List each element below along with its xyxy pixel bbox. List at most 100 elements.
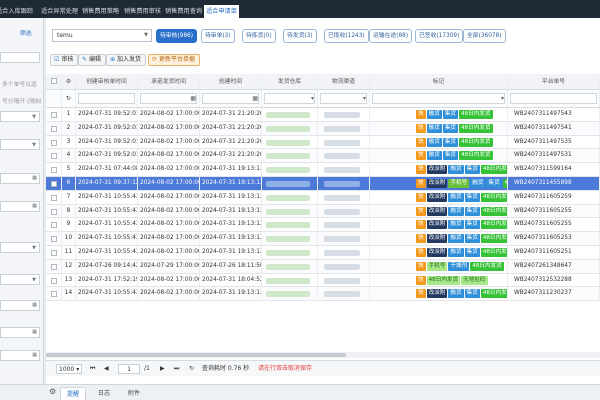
tab-inbound-tracking[interactable]: 适合入库跟踪 xyxy=(0,5,35,18)
row-checkbox[interactable] xyxy=(51,194,57,201)
header-settings-col[interactable]: ⚙ xyxy=(62,74,76,89)
store-select[interactable]: temu ▼ xyxy=(52,29,152,42)
calendar-icon[interactable]: ▦ xyxy=(190,90,196,107)
page-number-input[interactable]: 1 xyxy=(118,364,140,374)
row-checkbox[interactable] xyxy=(51,181,57,187)
filter-tab-collected[interactable]: 已揽收(1243) xyxy=(324,29,369,43)
date-field-3[interactable]: ▦ xyxy=(0,300,40,311)
refresh-icon[interactable]: ↻ xyxy=(64,96,71,102)
audit-button[interactable]: ☑ 审核 xyxy=(50,54,79,66)
table-row[interactable]: 10 2024-07-31 10:55:43 2024-08-02 17:00:00… xyxy=(46,232,600,246)
page-size-select[interactable]: 1000 ▾ xyxy=(56,364,83,374)
filter-tab-pending-ship[interactable]: 待发货(3) xyxy=(283,29,317,43)
cell-warehouse xyxy=(262,121,318,135)
dropdown-2[interactable]: ▼ xyxy=(0,139,40,150)
cell-marks: 快改派附手机号融货集货48日内发货 xyxy=(370,177,508,190)
header-promise-ship[interactable]: 承诺发货时间 xyxy=(138,74,200,89)
tab-sales-fee-strategy[interactable]: 销售费用策略 xyxy=(80,5,121,18)
cell-checkbox xyxy=(46,246,62,259)
row-checkbox[interactable] xyxy=(51,291,57,298)
table-row[interactable]: 8 2024-07-31 10:55:43 2024-08-02 17:00:00 2… xyxy=(46,204,600,219)
filter-link[interactable]: 筛选 xyxy=(20,28,32,37)
edit-button[interactable]: ✎ 编辑 xyxy=(78,54,107,66)
gear-icon[interactable]: ⚙ xyxy=(66,79,71,85)
tab-sales-fee-review[interactable]: 销售费用审核 xyxy=(122,5,163,18)
filter-input[interactable] xyxy=(78,93,135,104)
tab-exception-handling[interactable]: 适合异常处理 xyxy=(39,5,80,18)
filter-input[interactable] xyxy=(510,93,597,104)
row-checkbox[interactable] xyxy=(51,222,57,229)
refresh-button[interactable]: ↻ xyxy=(189,364,194,374)
table-row[interactable]: 3 2024-07-31 09:52:01 2024-08-02 17:00:00 2… xyxy=(46,135,600,150)
header-logistics[interactable]: 物流渠道 xyxy=(318,74,370,89)
cell-platform-no: WB2407311497535 xyxy=(508,135,600,149)
filter-input[interactable] xyxy=(320,93,367,104)
select-all-checkbox[interactable] xyxy=(51,78,57,84)
chevron-down-icon[interactable]: ▾ xyxy=(501,90,504,107)
scrollbar-thumb[interactable] xyxy=(46,353,346,357)
table-row[interactable]: 2 2024-07-31 09:52:01 2024-08-02 17:00:00 2… xyxy=(46,121,600,136)
table-row[interactable]: 14 2024-07-31 10:55:43 2024-08-02 17:00:00… xyxy=(46,287,600,302)
date-field-2[interactable]: ▦ xyxy=(0,201,40,212)
header-warehouse[interactable]: 发货仓库 xyxy=(262,74,318,89)
row-checkbox[interactable] xyxy=(51,250,57,256)
dropdown-1[interactable]: ▼ xyxy=(0,111,40,122)
horizontal-scrollbar[interactable] xyxy=(46,352,600,358)
row-checkbox[interactable] xyxy=(51,263,57,270)
date-field-5[interactable]: ▦ xyxy=(0,350,40,361)
add-to-shipping-button[interactable]: ⊕ 加入发货 xyxy=(106,54,147,66)
cell-row-no: 6 xyxy=(62,177,76,190)
filter-input[interactable] xyxy=(264,93,315,104)
filter-input[interactable] xyxy=(202,93,259,104)
date-field-1[interactable]: ▦ xyxy=(0,173,40,184)
date-field-4[interactable]: ▦ xyxy=(0,327,40,338)
table-row[interactable]: 11 2024-07-31 10:55:43 2024-08-02 17:00:00… xyxy=(46,246,600,260)
order-no-input[interactable] xyxy=(0,52,40,63)
update-platform-button[interactable]: ⟳ 更新平台单据 xyxy=(148,54,201,66)
header-created-review[interactable]: 创建审核单时间 xyxy=(76,74,138,89)
table-row[interactable]: 4 2024-07-31 09:52:01 2024-08-02 17:00:00 2… xyxy=(46,149,600,164)
row-checkbox[interactable] xyxy=(51,112,57,118)
filter-tab-pending-pick[interactable]: 待拣货(0) xyxy=(242,29,276,43)
calendar-icon[interactable]: ▦ xyxy=(252,90,258,107)
tab-attachment[interactable]: 附件 xyxy=(122,387,146,400)
filter-tab-all[interactable]: 全部(36078) xyxy=(463,29,506,43)
filter-tab-signed[interactable]: 已签收(17309) xyxy=(415,29,464,43)
chevron-down-icon[interactable]: ▾ xyxy=(363,90,366,107)
table-row[interactable]: 7 2024-07-31 10:55:43 2024-08-02 17:00:00 2… xyxy=(46,190,600,205)
row-checkbox[interactable] xyxy=(51,167,57,174)
table-row[interactable]: 5 2024-07-31 07:44:08 2024-08-02 17:00:00 2… xyxy=(46,163,600,177)
dropdown-3[interactable]: ▼ xyxy=(0,242,40,253)
next-page-button[interactable]: ▶ xyxy=(160,364,165,374)
filter-input[interactable] xyxy=(372,93,505,104)
tab-application-form[interactable]: 适合申请单 xyxy=(204,5,239,18)
tab-reminder[interactable]: 提醒 xyxy=(60,387,87,400)
header-platform-no[interactable]: 平台单号 xyxy=(508,74,600,89)
filter-tab-in-transit[interactable]: 运输在途(88) xyxy=(369,29,413,43)
row-checkbox[interactable] xyxy=(51,208,57,215)
row-checkbox[interactable] xyxy=(51,277,57,284)
cell-row-no: 10 xyxy=(62,232,76,245)
header-created[interactable]: 创建时间 xyxy=(200,74,262,89)
table-row[interactable]: 1 2024-07-31 09:52:01 2024-08-02 17:00:00 2… xyxy=(46,108,600,122)
tab-log[interactable]: 日志 xyxy=(92,387,116,400)
row-checkbox[interactable] xyxy=(51,125,57,132)
tab-sales-fee-query[interactable]: 销售费用查询 xyxy=(163,5,204,18)
row-checkbox[interactable] xyxy=(51,153,57,160)
last-page-button[interactable]: ⏭ xyxy=(174,364,179,374)
table-row[interactable]: 6 2024-07-31 09:37:12 2024-08-02 17:00:00 2… xyxy=(46,177,600,191)
gear-icon[interactable]: ⚙ xyxy=(49,387,56,396)
row-checkbox[interactable] xyxy=(51,236,57,243)
table-row[interactable]: 13 2024-07-31 17:52:19 2024-08-02 17:00:00… xyxy=(46,273,600,288)
header-marks[interactable]: 标记 xyxy=(370,74,508,89)
first-page-button[interactable]: ⏮ xyxy=(90,364,95,374)
table-row[interactable]: 9 2024-07-31 10:55:43 2024-08-02 17:00:00 2… xyxy=(46,218,600,233)
filter-tab-pending-approval[interactable]: 待审单(3) xyxy=(201,29,235,43)
filter-input[interactable] xyxy=(140,93,197,104)
prev-page-button[interactable]: ◀ xyxy=(104,364,109,374)
table-row[interactable]: 12 2024-07-26 09:14:42 2024-07-29 17:00:00… xyxy=(46,259,600,274)
row-checkbox[interactable] xyxy=(51,139,57,146)
filter-tab-pending-review[interactable]: 待审核(986) xyxy=(156,29,197,43)
dropdown-4[interactable]: ▼ xyxy=(0,274,40,285)
chevron-down-icon[interactable]: ▾ xyxy=(311,90,314,107)
